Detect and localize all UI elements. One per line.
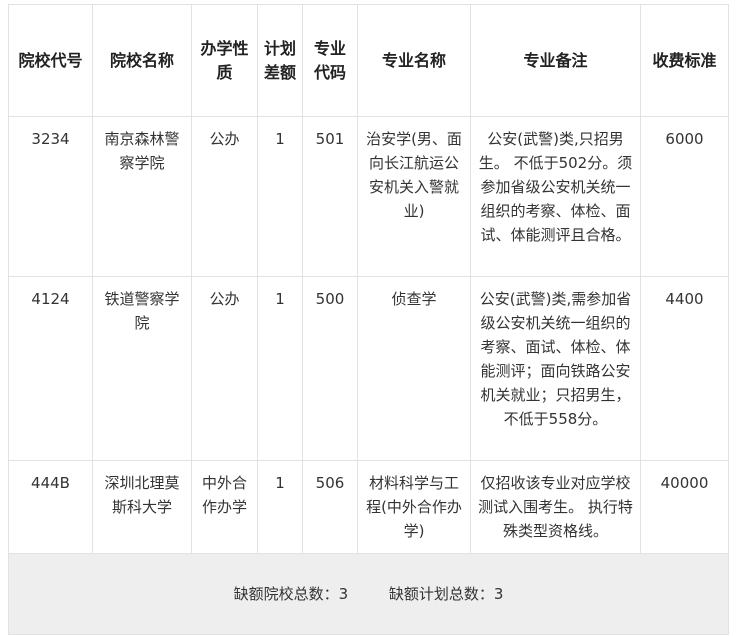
cell-major-notes: 仅招收该专业对应学校测试入围考生。 执行特殊类型资格线。	[470, 460, 641, 554]
summary-row: 缺额院校总数：3 缺额计划总数：3	[8, 553, 729, 635]
cell-school-type: 中外合作办学	[191, 460, 258, 554]
header-row: 院校代号 院校名称 办学性质 计划差额 专业代码 专业名称 专业备注 收费标准	[8, 4, 729, 117]
table-row: 4124 铁道警察学院 公办 1 500 侦查学 公安(武警)类,需参加省级公安…	[8, 276, 729, 461]
header-tuition: 收费标准	[640, 4, 729, 117]
cell-school-name: 南京森林警察学院	[92, 116, 192, 277]
cell-school-code: 3234	[8, 116, 93, 277]
cell-school-type: 公办	[191, 116, 258, 277]
cell-major-code: 506	[302, 460, 358, 554]
cell-plan-shortfall: 1	[257, 276, 303, 461]
cell-school-name: 铁道警察学院	[92, 276, 192, 461]
cell-school-type: 公办	[191, 276, 258, 461]
admission-table: 院校代号 院校名称 办学性质 计划差额 专业代码 专业名称 专业备注 收费标准 …	[8, 4, 729, 635]
cell-major-code: 500	[302, 276, 358, 461]
cell-major-code: 501	[302, 116, 358, 277]
summary-cell: 缺额院校总数：3 缺额计划总数：3	[8, 553, 729, 635]
header-school-type: 办学性质	[191, 4, 258, 117]
cell-tuition: 40000	[640, 460, 729, 554]
cell-major-notes: 公安(武警)类,只招男生。 不低于502分。须参加省级公安机关统一组织的考察、体…	[470, 116, 641, 277]
page-container: 院校代号 院校名称 办学性质 计划差额 专业代码 专业名称 专业备注 收费标准 …	[8, 4, 729, 635]
header-school-code: 院校代号	[8, 4, 93, 117]
header-major-code: 专业代码	[302, 4, 358, 117]
header-major-notes: 专业备注	[470, 4, 641, 117]
table-row: 3234 南京森林警察学院 公办 1 501 治安学(男、面向长江航运公安机关入…	[8, 116, 729, 277]
cell-major-notes: 公安(武警)类,需参加省级公安机关统一组织的考察、面试、体检、体能测评；面向铁路…	[470, 276, 641, 461]
summary-school-count: 缺额院校总数：3	[233, 585, 349, 603]
header-school-name: 院校名称	[92, 4, 192, 117]
cell-school-code: 4124	[8, 276, 93, 461]
cell-plan-shortfall: 1	[257, 460, 303, 554]
cell-tuition: 4400	[640, 276, 729, 461]
cell-major-name: 治安学(男、面向长江航运公安机关入警就业)	[357, 116, 471, 277]
table-row: 444B 深圳北理莫斯科大学 中外合作办学 1 506 材料科学与工程(中外合作…	[8, 460, 729, 554]
cell-major-name: 侦查学	[357, 276, 471, 461]
cell-plan-shortfall: 1	[257, 116, 303, 277]
cell-tuition: 6000	[640, 116, 729, 277]
header-plan-shortfall: 计划差额	[257, 4, 303, 117]
cell-school-code: 444B	[8, 460, 93, 554]
summary-plan-count: 缺额计划总数：3	[388, 585, 504, 603]
cell-major-name: 材料科学与工程(中外合作办学)	[357, 460, 471, 554]
header-major-name: 专业名称	[357, 4, 471, 117]
cell-school-name: 深圳北理莫斯科大学	[92, 460, 192, 554]
